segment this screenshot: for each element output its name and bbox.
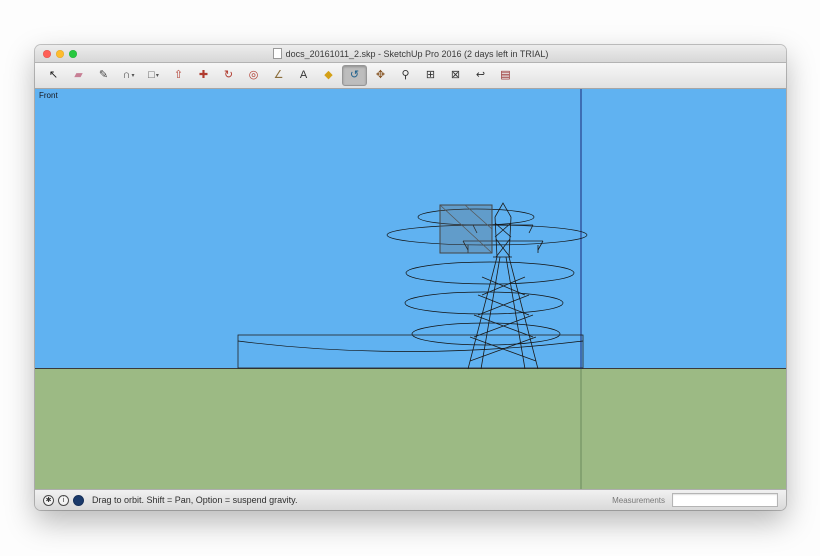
measurements-input[interactable] <box>672 493 778 507</box>
eraser-tool-icon: ▰ <box>74 70 82 81</box>
statusbar-icons: ✱i <box>43 495 84 506</box>
previous-view-tool-icon: ↩ <box>476 70 485 81</box>
traffic-lights <box>43 45 77 62</box>
window-title: docs_20161011_2.skp - SketchUp Pro 2016 … <box>273 48 549 59</box>
minimize-button[interactable] <box>56 50 64 58</box>
push-pull-tool[interactable]: ⇧ <box>167 66 190 85</box>
status-bar: ✱i Drag to orbit. Shift = Pan, Option = … <box>35 489 786 510</box>
send-to-layout-button-icon: ▤ <box>500 70 510 81</box>
arc-tool[interactable]: ∩▾ <box>117 66 140 85</box>
rotate-tool[interactable]: ↻ <box>217 66 240 85</box>
ground-rectangle[interactable] <box>238 335 583 368</box>
shapes-tool-dropdown-caret[interactable]: ▾ <box>156 73 159 79</box>
rotate-tool-icon: ↻ <box>224 70 233 81</box>
zoom-extents-tool[interactable]: ⊠ <box>444 66 467 85</box>
select-tool-icon: ↖ <box>49 70 58 81</box>
pan-tool-icon: ✥ <box>376 70 385 81</box>
measurements-label: Measurements <box>612 496 665 505</box>
view-orientation-label: Front <box>39 91 58 100</box>
model-drawing <box>35 89 786 489</box>
pan-tool[interactable]: ✥ <box>369 66 392 85</box>
zoom-tool[interactable]: ⚲ <box>394 66 417 85</box>
send-to-layout-button[interactable]: ▤ <box>494 66 517 85</box>
line-tool-icon: ✎ <box>99 70 108 81</box>
zoom-window-tool[interactable]: ⊞ <box>419 66 442 85</box>
previous-view-tool[interactable]: ↩ <box>469 66 492 85</box>
zoom-extents-tool-icon: ⊠ <box>451 70 460 81</box>
move-tool[interactable]: ✚ <box>192 66 215 85</box>
shapes-tool[interactable]: □▾ <box>142 66 165 85</box>
offset-tool[interactable]: ◎ <box>242 66 265 85</box>
close-button[interactable] <box>43 50 51 58</box>
claim-status-icon[interactable] <box>73 495 84 506</box>
text-tool[interactable]: A <box>292 66 315 85</box>
shapes-tool-icon: □ <box>148 70 155 81</box>
toolbar: ↖▰✎∩▾□▾⇧✚↻◎∠A◆↺✥⚲⊞⊠↩▤ <box>35 63 786 89</box>
window-title-text: docs_20161011_2.skp - SketchUp Pro 2016 … <box>286 49 549 59</box>
credits-icon[interactable]: i <box>58 495 69 506</box>
select-tool[interactable]: ↖ <box>42 66 65 85</box>
push-pull-tool-icon: ⇧ <box>174 70 183 81</box>
orbit-tool-icon: ↺ <box>350 70 359 81</box>
selected-object-highlight[interactable] <box>440 205 492 253</box>
paint-bucket-tool[interactable]: ◆ <box>317 66 340 85</box>
tape-measure-tool-icon: ∠ <box>274 70 284 81</box>
status-hint: Drag to orbit. Shift = Pan, Option = sus… <box>92 495 607 505</box>
document-icon <box>273 48 282 59</box>
sketchup-window: docs_20161011_2.skp - SketchUp Pro 2016 … <box>35 45 786 510</box>
fullscreen-button[interactable] <box>69 50 77 58</box>
orbit-tool[interactable]: ↺ <box>342 65 367 86</box>
zoom-tool-icon: ⚲ <box>401 70 409 81</box>
text-tool-icon: A <box>300 70 307 81</box>
eraser-tool[interactable]: ▰ <box>67 66 90 85</box>
zoom-window-tool-icon: ⊞ <box>426 70 435 81</box>
line-tool[interactable]: ✎ <box>92 66 115 85</box>
viewport[interactable]: Front <box>35 89 786 489</box>
arc-tool-dropdown-caret[interactable]: ▾ <box>131 73 134 79</box>
paint-bucket-tool-icon: ◆ <box>324 70 332 81</box>
arc-tool-icon: ∩ <box>123 70 131 81</box>
tape-measure-tool[interactable]: ∠ <box>267 66 290 85</box>
offset-tool-icon: ◎ <box>249 70 259 81</box>
window-titlebar[interactable]: docs_20161011_2.skp - SketchUp Pro 2016 … <box>35 45 786 63</box>
move-tool-icon: ✚ <box>199 70 208 81</box>
geolocation-icon[interactable]: ✱ <box>43 495 54 506</box>
